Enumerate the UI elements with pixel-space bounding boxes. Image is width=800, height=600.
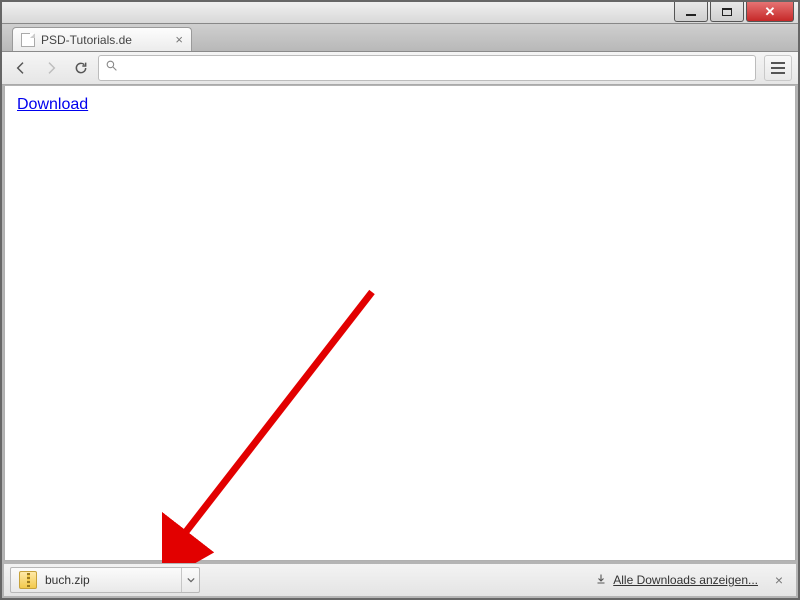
page-icon [21, 33, 35, 47]
back-button[interactable] [8, 55, 34, 81]
close-icon: ✕ [765, 4, 776, 20]
arrow-left-icon [13, 60, 29, 76]
minimize-icon [686, 14, 696, 16]
forward-button[interactable] [38, 55, 64, 81]
zip-file-icon [19, 571, 37, 589]
download-arrow-icon [595, 573, 607, 588]
browser-toolbar [2, 52, 798, 85]
download-item-menu-button[interactable] [181, 568, 199, 592]
download-file-name: buch.zip [45, 573, 181, 587]
arrow-right-icon [43, 60, 59, 76]
window-titlebar: ✕ [2, 2, 798, 24]
window-close-button[interactable]: ✕ [746, 2, 794, 22]
tab-strip: PSD-Tutorials.de × [2, 24, 798, 52]
show-all-downloads-link[interactable]: Alle Downloads anzeigen... [595, 573, 758, 588]
download-link[interactable]: Download [17, 96, 88, 113]
window-control-group: ✕ [674, 2, 798, 23]
window-minimize-button[interactable] [674, 2, 708, 22]
show-all-downloads-label: Alle Downloads anzeigen... [613, 573, 758, 587]
window-maximize-button[interactable] [710, 2, 744, 22]
download-item[interactable]: buch.zip [10, 567, 200, 593]
page-content: Download [4, 86, 796, 561]
tab-title: PSD-Tutorials.de [41, 33, 169, 47]
chrome-menu-button[interactable] [764, 55, 792, 81]
browser-window: ✕ PSD-Tutorials.de × [0, 0, 800, 600]
downloads-bar: buch.zip Alle Downloads anzeigen... × [4, 563, 796, 596]
maximize-icon [722, 8, 732, 16]
reload-icon [73, 60, 89, 76]
reload-button[interactable] [68, 55, 94, 81]
address-input[interactable] [122, 61, 749, 76]
address-bar[interactable] [98, 55, 756, 81]
hamburger-icon [771, 62, 785, 74]
browser-tab[interactable]: PSD-Tutorials.de × [12, 27, 192, 51]
tab-close-button[interactable]: × [175, 32, 183, 47]
search-icon [105, 59, 118, 77]
downloads-bar-close-button[interactable]: × [768, 569, 790, 591]
chevron-down-icon [187, 576, 195, 584]
